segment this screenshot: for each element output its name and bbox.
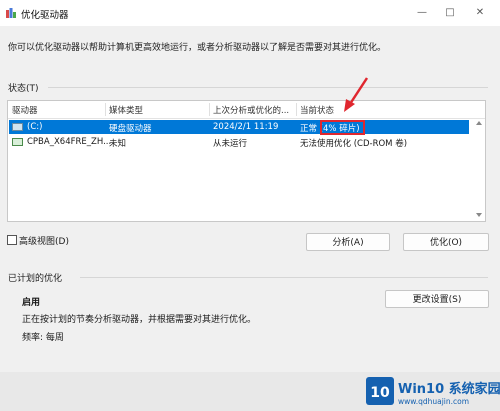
close-button[interactable]: ✕ <box>470 5 490 21</box>
drive-list-header: 驱动器 媒体类型 上次分析或优化的... 当前状态 <box>8 101 485 119</box>
advanced-view-checkbox[interactable] <box>7 235 17 245</box>
window-title: 优化驱动器 <box>21 10 69 21</box>
media-type: 硬盘驱动器 <box>109 124 152 134</box>
site-watermark: 10 Win10 系统家园 www.qdhuajin.com <box>362 376 500 411</box>
scheduled-divider <box>80 277 488 278</box>
intro-text: 你可以优化驱动器以帮助计算机更高效地运行，或者分析驱动器以了解是否需要对其进行优… <box>8 43 387 53</box>
fragmentation-highlight-box <box>320 120 365 135</box>
schedule-frequency: 频率: 每周 <box>22 333 64 343</box>
cd-drive-icon <box>12 138 23 146</box>
change-settings-button[interactable]: 更改设置(S) <box>385 290 489 308</box>
vertical-scrollbar[interactable] <box>474 119 484 219</box>
drive-row-c[interactable]: (C:) 硬盘驱动器 2024/2/1 11:19 正常 (4% 碎片) <box>9 120 469 134</box>
column-separator[interactable] <box>296 103 297 116</box>
svg-text:10: 10 <box>370 385 390 401</box>
defrag-app-icon <box>6 8 16 18</box>
status-section-label: 状态(T) <box>8 84 39 94</box>
media-type: 未知 <box>109 139 127 149</box>
schedule-state: 启用 <box>22 298 41 308</box>
maximize-button[interactable]: □ <box>440 5 460 21</box>
analyze-button[interactable]: 分析(A) <box>306 233 390 251</box>
column-header-current-status[interactable]: 当前状态 <box>300 104 334 116</box>
column-separator[interactable] <box>209 103 210 116</box>
last-run: 2024/2/1 11:19 <box>213 122 279 132</box>
column-header-drive[interactable]: 驱动器 <box>12 104 38 116</box>
drive-name: CPBA_X64FRE_ZH... <box>27 137 112 147</box>
title-bar: 优化驱动器 — □ ✕ <box>0 0 500 26</box>
status-divider <box>48 87 488 88</box>
drive-name: (C:) <box>27 122 43 132</box>
scheduled-section-label: 已计划的优化 <box>8 274 63 284</box>
last-run: 从未运行 <box>213 139 248 149</box>
current-status: 无法使用优化 (CD-ROM 卷) <box>300 139 408 149</box>
win10-logo-icon: 10 <box>366 377 394 405</box>
optimize-button[interactable]: 优化(O) <box>403 233 489 251</box>
drive-list[interactable]: 驱动器 媒体类型 上次分析或优化的... 当前状态 (C:) 硬盘驱动器 202… <box>7 100 486 222</box>
column-header-last-run[interactable]: 上次分析或优化的... <box>213 104 289 116</box>
advanced-view-label[interactable]: 高级视图(D) <box>19 234 69 247</box>
hard-drive-icon <box>12 123 23 131</box>
watermark-url: www.qdhuajin.com <box>398 397 470 406</box>
watermark-name: Win10 系统家园 <box>398 382 500 397</box>
column-header-media-type[interactable]: 媒体类型 <box>109 104 143 116</box>
drive-row-cd[interactable]: CPBA_X64FRE_ZH... 未知 从未运行 无法使用优化 (CD-ROM… <box>9 135 469 149</box>
column-separator[interactable] <box>105 103 106 116</box>
schedule-description: 正在按计划的节奏分析驱动器，并根据需要对其进行优化。 <box>22 315 257 325</box>
minimize-button[interactable]: — <box>412 5 432 21</box>
